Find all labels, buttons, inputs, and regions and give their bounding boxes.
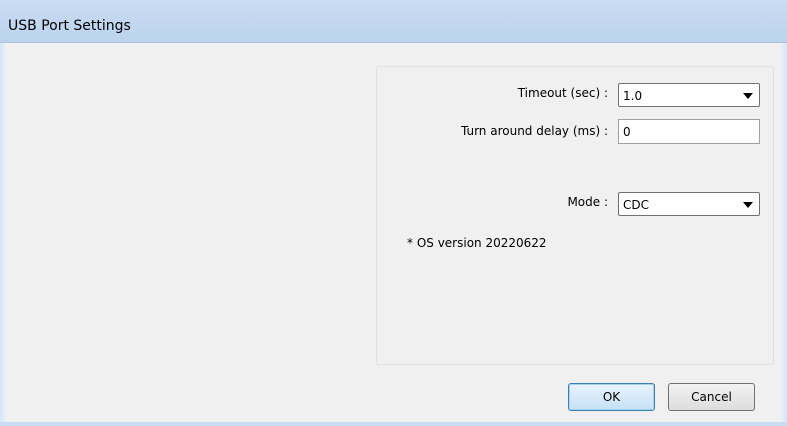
window-left-border <box>0 43 6 426</box>
chevron-down-icon <box>743 202 753 208</box>
ok-button[interactable]: OK <box>568 383 655 411</box>
turn-around-delay-input[interactable] <box>618 119 760 144</box>
usb-port-settings-dialog: USB Port Settings Timeout (sec) : 1.0 Tu… <box>0 0 787 426</box>
window-title: USB Port Settings <box>8 18 131 34</box>
mode-label: Mode : <box>567 195 608 209</box>
chevron-down-icon <box>743 93 753 99</box>
left-blank-area <box>7 43 375 423</box>
cancel-button[interactable]: Cancel <box>668 383 755 411</box>
title-bar[interactable]: USB Port Settings <box>0 0 787 43</box>
window-right-border <box>781 43 787 426</box>
timeout-label: Timeout (sec) : <box>517 86 608 100</box>
timeout-value: 1.0 <box>623 89 643 103</box>
turn-around-delay-label: Turn around delay (ms) : <box>460 124 608 138</box>
mode-dropdown[interactable]: CDC <box>618 192 760 216</box>
os-version-note: * OS version 20220622 <box>407 236 547 250</box>
mode-value: CDC <box>623 198 649 212</box>
window-bottom-border <box>0 422 787 426</box>
timeout-dropdown[interactable]: 1.0 <box>618 83 760 107</box>
